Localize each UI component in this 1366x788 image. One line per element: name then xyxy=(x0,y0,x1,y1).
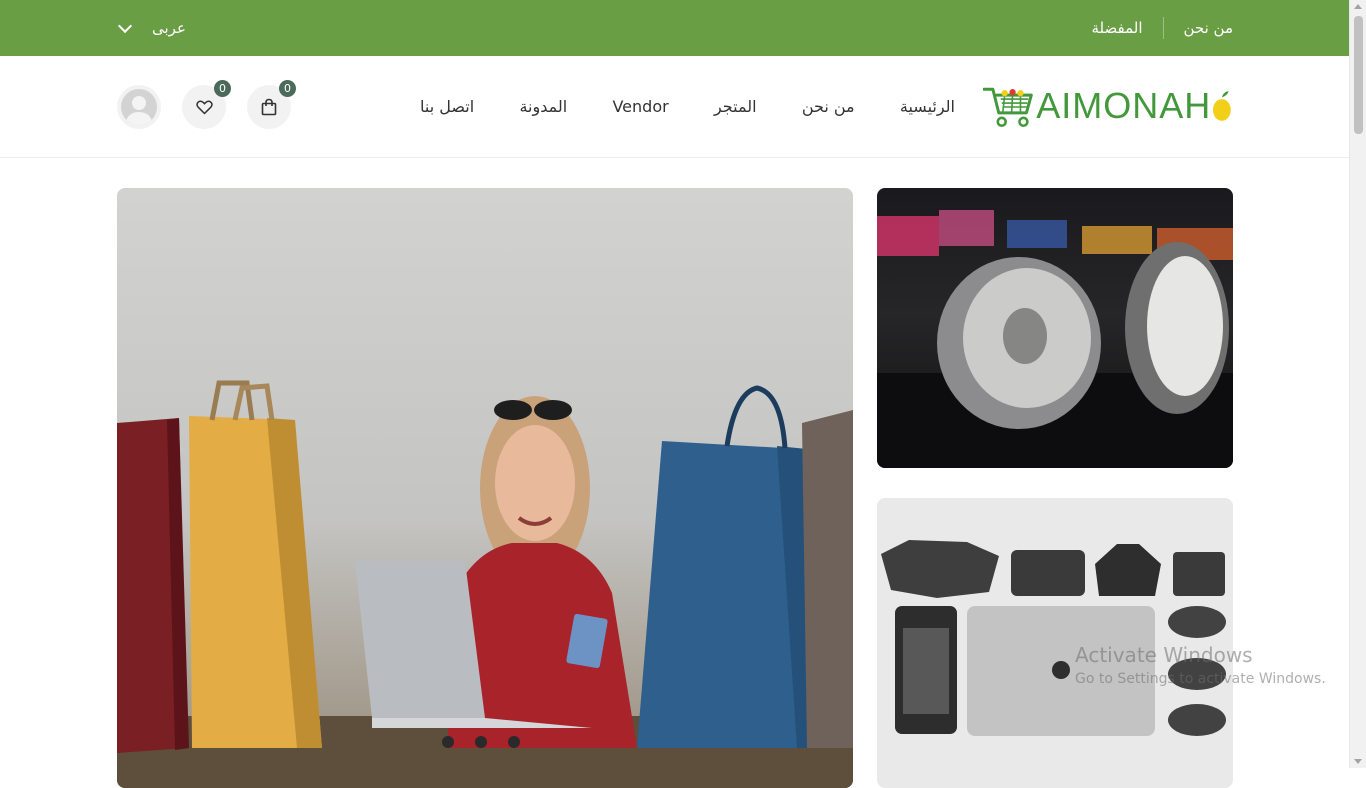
chevron-down-icon xyxy=(117,18,133,33)
language-label: عربى xyxy=(152,19,186,37)
slider-dots xyxy=(442,736,520,748)
shopping-woman-image xyxy=(117,380,853,788)
watermark-title: Activate Windows xyxy=(1075,643,1253,667)
slider-dot-3[interactable] xyxy=(508,736,520,748)
top-bar: عربى من نحن المفضلة xyxy=(0,0,1349,56)
cart-button[interactable]: 0 xyxy=(247,80,296,129)
scrollbar-thumb[interactable] xyxy=(1354,16,1363,134)
nav-blog[interactable]: المدونة xyxy=(519,97,567,116)
logo-text: AIMONAH xyxy=(1036,85,1212,126)
watermark-subtitle: Go to Settings to activate Windows. xyxy=(1075,671,1326,687)
slider-dot-2[interactable] xyxy=(475,736,487,748)
cart-count-badge: 0 xyxy=(279,80,296,97)
windows-watermark: Activate Windows Go to Settings to activ… xyxy=(1075,643,1326,687)
nav-about[interactable]: من نحن xyxy=(802,97,855,116)
page-scrollbar[interactable] xyxy=(1349,0,1366,768)
nav-vendor[interactable]: Vendor xyxy=(612,97,668,116)
wishlist-button[interactable]: 0 xyxy=(182,80,231,129)
nav-contact[interactable]: اتصل بنا xyxy=(420,97,474,116)
scroll-down-icon[interactable] xyxy=(1354,759,1362,764)
cart-logo-icon xyxy=(983,87,1033,128)
nav-shop[interactable]: المتجر xyxy=(714,97,757,116)
top-link-wishlist[interactable]: المفضلة xyxy=(1071,17,1164,39)
user-avatar-icon xyxy=(121,89,157,125)
slider-dot-1[interactable] xyxy=(442,736,454,748)
headphones-image xyxy=(877,210,1233,468)
lemon-icon xyxy=(1213,91,1232,121)
nav-home[interactable]: الرئيسية xyxy=(900,97,955,116)
banner-headphones[interactable] xyxy=(877,188,1233,468)
heart-icon xyxy=(195,100,213,114)
site-logo[interactable]: AIMONAH xyxy=(983,83,1233,129)
main-nav: الرئيسية من نحن المتجر Vendor المدونة ات… xyxy=(420,56,955,157)
shopping-bag-icon xyxy=(261,98,277,116)
scroll-up-icon[interactable] xyxy=(1354,4,1362,9)
wishlist-count-badge: 0 xyxy=(214,80,231,97)
account-button[interactable] xyxy=(117,85,161,129)
hero-slider[interactable] xyxy=(117,188,853,788)
top-link-about[interactable]: من نحن xyxy=(1164,17,1234,39)
top-links: من نحن المفضلة xyxy=(1071,0,1233,56)
language-selector[interactable]: عربى xyxy=(117,0,192,56)
main-header: AIMONAH الرئيسية من نحن المتجر Vendor ال… xyxy=(0,56,1349,158)
